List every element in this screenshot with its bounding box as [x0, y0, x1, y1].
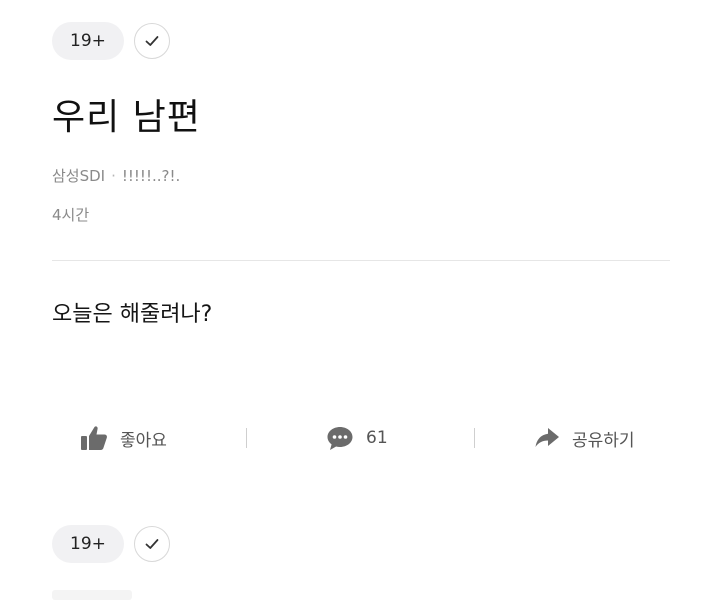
speech-bubble-icon: [326, 425, 354, 451]
share-label: 공유하기: [572, 430, 635, 451]
meta-separator: ·: [111, 166, 116, 185]
age-restriction-badge[interactable]: 19+: [52, 525, 124, 563]
comment-button[interactable]: 61: [326, 425, 388, 451]
verified-check-button[interactable]: [134, 23, 170, 59]
action-divider: [246, 428, 247, 448]
share-button[interactable]: 공유하기: [534, 426, 635, 451]
like-label: 좋아요: [120, 430, 167, 451]
check-icon: [144, 536, 160, 552]
next-post-badges: 19+: [52, 525, 170, 563]
post-badges: 19+: [52, 22, 170, 60]
check-icon: [144, 33, 160, 49]
comment-count: 61: [366, 428, 388, 448]
post-timestamp: 4시간: [52, 206, 90, 224]
post-feed: 19+ 우리 남편 삼성SDI · !!!!!..?!. 4시간 오늘은 해줄려…: [0, 0, 720, 600]
post-author-meta: 삼성SDI · !!!!!..?!.: [52, 165, 180, 186]
post-action-bar: 좋아요 61 공유하기: [52, 418, 670, 458]
thumbs-up-icon: [80, 425, 108, 451]
post-body[interactable]: 오늘은 해줄려나?: [52, 296, 212, 328]
age-restriction-badge[interactable]: 19+: [52, 22, 124, 60]
action-divider: [474, 428, 475, 448]
like-button[interactable]: 좋아요: [80, 425, 167, 451]
divider: [52, 260, 670, 261]
next-post-title-placeholder: [52, 590, 132, 600]
post-title[interactable]: 우리 남편: [52, 88, 201, 140]
author-nickname[interactable]: !!!!!..?!.: [122, 167, 180, 185]
verified-check-button[interactable]: [134, 526, 170, 562]
share-arrow-icon: [534, 426, 560, 450]
author-company[interactable]: 삼성SDI: [52, 165, 105, 186]
